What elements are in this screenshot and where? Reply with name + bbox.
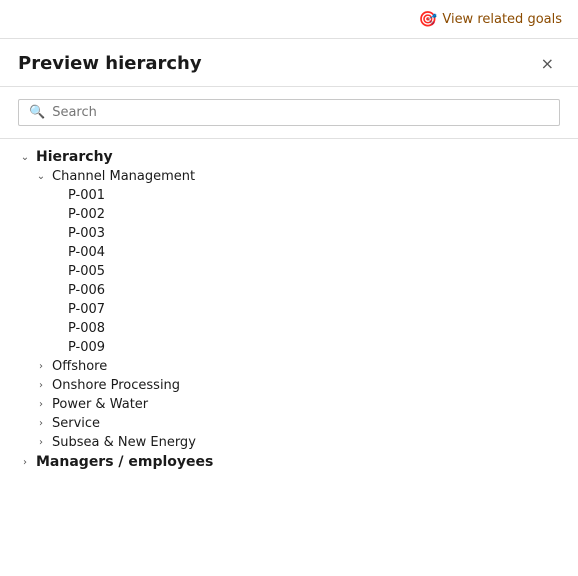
tree-node-managers: › Managers / employees	[18, 452, 560, 472]
view-related-goals-link[interactable]: 🎯 View related goals	[419, 10, 562, 28]
list-item: P-009	[50, 338, 560, 357]
close-button[interactable]: ×	[535, 54, 560, 74]
chevron-power-water: ›	[34, 399, 48, 410]
search-input[interactable]	[52, 105, 549, 120]
tree-node-row-onshore[interactable]: › Onshore Processing	[34, 376, 560, 395]
tree-node-row-channel-management[interactable]: ⌄ Channel Management	[34, 167, 560, 186]
list-item: P-006	[50, 281, 560, 300]
search-wrapper: 🔍	[18, 99, 560, 126]
tree-node-label-power-water: Power & Water	[52, 397, 148, 412]
tree-node-row-managers[interactable]: › Managers / employees	[18, 452, 560, 472]
tree-node-label-hierarchy: Hierarchy	[36, 149, 113, 165]
tree-node-label-service: Service	[52, 416, 100, 431]
tree-node-channel-management: ⌄ Channel Management P-001 P-002 P-003 P…	[34, 167, 560, 357]
tree-node-hierarchy: ⌄ Hierarchy ⌄ Channel Management P-001 P…	[18, 147, 560, 452]
tree-node-service: › Service	[34, 414, 560, 433]
tree-children-hierarchy: ⌄ Channel Management P-001 P-002 P-003 P…	[34, 167, 560, 452]
goal-icon: 🎯	[419, 10, 438, 28]
tree-node-power-water: › Power & Water	[34, 395, 560, 414]
top-bar: 🎯 View related goals	[0, 0, 578, 39]
list-item: P-003	[50, 224, 560, 243]
chevron-managers: ›	[18, 457, 32, 468]
tree-node-label-subsea: Subsea & New Energy	[52, 435, 196, 450]
chevron-service: ›	[34, 418, 48, 429]
list-item: P-001	[50, 186, 560, 205]
tree-node-row-subsea[interactable]: › Subsea & New Energy	[34, 433, 560, 452]
list-item: P-008	[50, 319, 560, 338]
tree-node-label-managers: Managers / employees	[36, 454, 213, 470]
chevron-offshore: ›	[34, 361, 48, 372]
tree-node-row-hierarchy[interactable]: ⌄ Hierarchy	[18, 147, 560, 167]
search-icon: 🔍	[29, 105, 45, 120]
chevron-onshore: ›	[34, 380, 48, 391]
tree-node-subsea: › Subsea & New Energy	[34, 433, 560, 452]
chevron-subsea: ›	[34, 437, 48, 448]
chevron-channel-management: ⌄	[34, 171, 48, 182]
tree-node-label-channel-management: Channel Management	[52, 169, 195, 184]
tree-node-label-offshore: Offshore	[52, 359, 107, 374]
tree-node-onshore: › Onshore Processing	[34, 376, 560, 395]
tree-node-row-service[interactable]: › Service	[34, 414, 560, 433]
chevron-hierarchy: ⌄	[18, 152, 32, 163]
list-item: P-002	[50, 205, 560, 224]
panel-title: Preview hierarchy	[18, 53, 202, 74]
tree-node-row-offshore[interactable]: › Offshore	[34, 357, 560, 376]
list-item: P-005	[50, 262, 560, 281]
panel-header: Preview hierarchy ×	[0, 39, 578, 87]
tree-node-row-power-water[interactable]: › Power & Water	[34, 395, 560, 414]
tree-children-channel-management: P-001 P-002 P-003 P-004 P-005 P-006 P-00…	[50, 186, 560, 357]
list-item: P-004	[50, 243, 560, 262]
tree-node-label-onshore: Onshore Processing	[52, 378, 180, 393]
tree-node-offshore: › Offshore	[34, 357, 560, 376]
view-related-goals-label: View related goals	[442, 12, 562, 27]
list-item: P-007	[50, 300, 560, 319]
tree-container: ⌄ Hierarchy ⌄ Channel Management P-001 P…	[0, 139, 578, 565]
search-container: 🔍	[0, 87, 578, 139]
